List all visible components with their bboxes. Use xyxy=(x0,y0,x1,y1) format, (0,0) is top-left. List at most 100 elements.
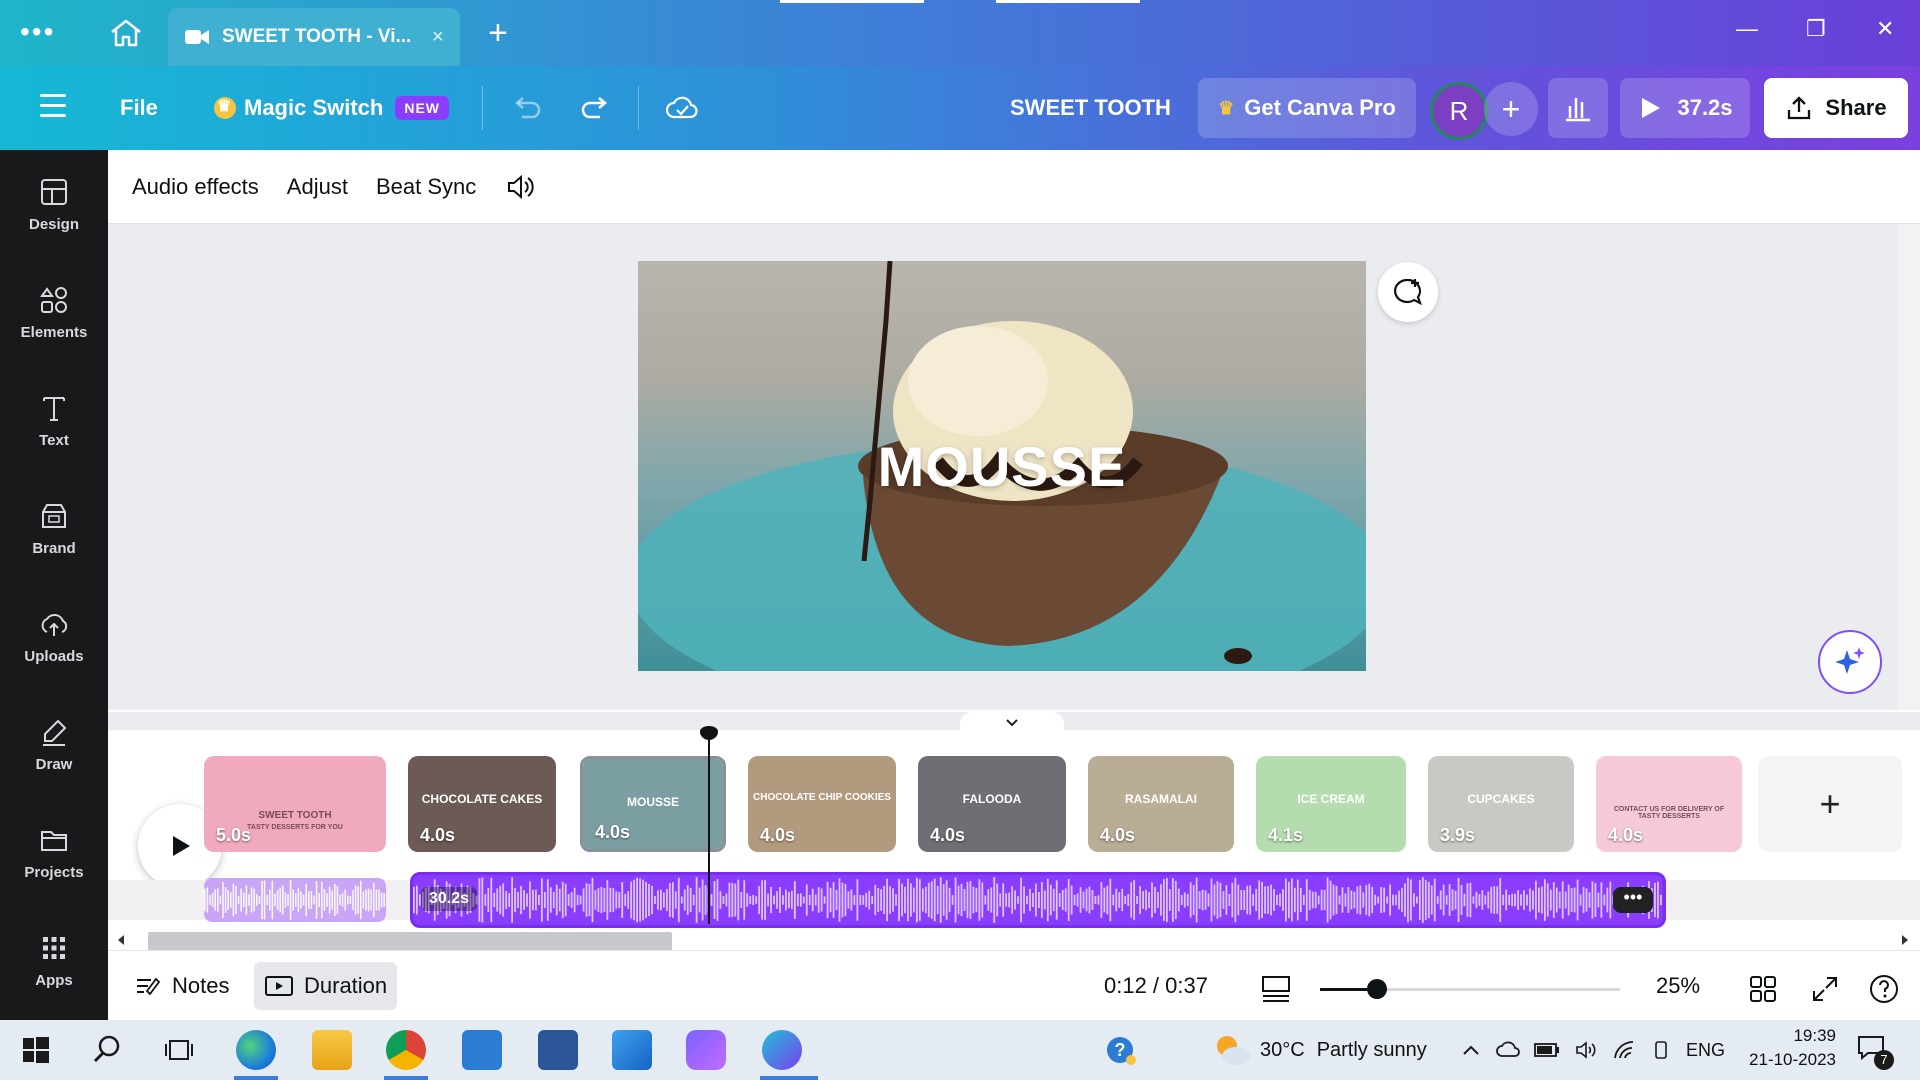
sidebar-item-elements[interactable]: Elements xyxy=(0,284,108,374)
search-icon[interactable] xyxy=(92,1034,122,1064)
audio-clip-selected[interactable]: 30.2s ••• xyxy=(410,872,1666,928)
grid-view-icon[interactable] xyxy=(1748,974,1778,1004)
browser-menu-button[interactable]: ••• xyxy=(20,18,55,46)
audio-effects-button[interactable]: Audio effects xyxy=(132,174,259,200)
design-canvas[interactable]: MOUSSE xyxy=(638,261,1366,671)
windows-start-icon[interactable] xyxy=(22,1036,50,1064)
system-clock[interactable]: 19:39 21-10-2023 xyxy=(1726,1024,1836,1072)
browser-tab-active[interactable]: SWEET TOOTH - Vi... × xyxy=(168,8,460,66)
close-tab-icon[interactable]: × xyxy=(432,26,444,49)
present-button[interactable]: 37.2s xyxy=(1620,78,1750,138)
project-title[interactable]: SWEET TOOTH xyxy=(1010,66,1171,150)
canvas-title-text[interactable]: MOUSSE xyxy=(638,261,1366,671)
waveform-bar xyxy=(835,889,838,911)
audio-more-options-button[interactable]: ••• xyxy=(1613,887,1653,913)
get-canva-pro-button[interactable]: ♛ Get Canva Pro xyxy=(1198,78,1416,138)
sidebar-item-draw[interactable]: Draw xyxy=(0,716,108,806)
audio-clip-secondary[interactable] xyxy=(204,878,386,922)
copilot-icon[interactable] xyxy=(686,1030,726,1070)
sidebar-item-brand[interactable]: Brand xyxy=(0,500,108,590)
sidebar-item-projects[interactable]: Projects xyxy=(0,824,108,914)
vertical-scrollbar[interactable] xyxy=(1898,224,1920,710)
wifi-icon[interactable] xyxy=(1612,1040,1636,1060)
sidebar-item-design[interactable]: Design xyxy=(0,176,108,266)
task-view-icon[interactable] xyxy=(164,1036,194,1064)
timeline-clip[interactable]: CHOCOLATE CAKES 4.0s xyxy=(408,756,556,852)
timeline-clip[interactable]: CUPCAKES 3.9s xyxy=(1428,756,1574,852)
timeline-clip[interactable]: ICE CREAM 4.1s xyxy=(1256,756,1406,852)
add-people-button[interactable]: + xyxy=(1484,82,1538,136)
timeline-clip[interactable]: SWEET TOOTH TASTY DESSERTS FOR YOU 5.0s xyxy=(204,756,386,852)
zoom-percent[interactable]: 25% xyxy=(1656,962,1700,1010)
waveform-bar xyxy=(1415,896,1418,904)
notification-center[interactable]: 7 xyxy=(1856,1034,1894,1070)
waveform-bar xyxy=(282,885,284,915)
add-comment-button[interactable] xyxy=(1378,262,1438,322)
minimize-icon[interactable]: — xyxy=(1736,16,1758,42)
home-icon[interactable] xyxy=(108,18,144,48)
scroll-right-icon[interactable] xyxy=(1898,933,1912,947)
timeline-clip[interactable]: CHOCOLATE CHIP COOKIES 4.0s xyxy=(748,756,896,852)
canva-app-icon[interactable] xyxy=(762,1030,802,1070)
restore-icon[interactable]: ❐ xyxy=(1806,16,1826,42)
waveform-bar xyxy=(284,892,287,908)
close-window-icon[interactable]: ✕ xyxy=(1876,16,1894,42)
phone-link-icon[interactable] xyxy=(1650,1040,1672,1060)
sidebar-item-uploads[interactable]: Uploads xyxy=(0,608,108,698)
waveform-bar xyxy=(354,885,357,915)
add-page-button[interactable]: + xyxy=(1758,756,1902,852)
main-menu-icon[interactable] xyxy=(40,94,66,124)
waveform-bar xyxy=(811,888,814,912)
adjust-button[interactable]: Adjust xyxy=(287,174,348,200)
magic-assistant-button[interactable] xyxy=(1818,630,1882,694)
page-view-icon[interactable] xyxy=(1260,974,1292,1004)
chrome-icon[interactable] xyxy=(386,1030,426,1070)
undo-icon[interactable] xyxy=(508,90,544,126)
chevron-up-icon[interactable] xyxy=(1462,1044,1480,1056)
beat-sync-button[interactable]: Beat Sync xyxy=(376,174,476,200)
avatar[interactable]: R xyxy=(1430,82,1488,140)
magic-switch-button[interactable]: Magic Switch NEW xyxy=(214,66,450,150)
scroll-left-icon[interactable] xyxy=(114,933,128,947)
waveform-bar xyxy=(248,894,250,906)
help-tips-icon[interactable]: ? xyxy=(1104,1034,1138,1068)
file-menu-button[interactable]: File xyxy=(120,66,158,150)
share-button[interactable]: Share xyxy=(1764,78,1908,138)
grid-icon xyxy=(43,937,65,959)
volume-icon[interactable] xyxy=(504,171,536,203)
cloud-saved-icon[interactable] xyxy=(664,90,700,126)
speaker-icon[interactable] xyxy=(1574,1040,1598,1060)
waveform-bar xyxy=(271,880,274,920)
new-tab-button[interactable]: + xyxy=(488,14,508,53)
waveform-bar xyxy=(1606,887,1609,913)
sidebar-item-apps[interactable]: Apps xyxy=(0,932,108,1022)
timeline-clip[interactable]: FALOODA 4.0s xyxy=(918,756,1066,852)
insights-button[interactable] xyxy=(1548,78,1608,138)
zoom-slider-handle[interactable] xyxy=(1367,979,1387,999)
timeline-scroll-thumb[interactable] xyxy=(148,932,672,952)
duration-button[interactable]: Duration xyxy=(254,962,398,1010)
battery-icon[interactable] xyxy=(1534,1042,1560,1058)
waveform-bar xyxy=(1407,877,1409,923)
timeline-clip-selected[interactable]: MOUSSE 4.0s xyxy=(580,756,726,852)
onedrive-icon[interactable] xyxy=(1496,1040,1520,1060)
sidebar-item-text[interactable]: Text xyxy=(0,392,108,482)
notification-count-badge: 7 xyxy=(1874,1050,1894,1070)
notes-button[interactable]: Notes xyxy=(124,962,239,1010)
help-icon[interactable] xyxy=(1868,973,1900,1005)
file-explorer-icon[interactable] xyxy=(312,1030,352,1070)
waveform-bar xyxy=(1356,886,1359,914)
timeline-clip[interactable]: RASAMALAI 4.0s xyxy=(1088,756,1234,852)
weather-widget[interactable]: 30°C Partly sunny xyxy=(1212,1028,1427,1072)
fullscreen-icon[interactable] xyxy=(1810,974,1840,1004)
redo-icon[interactable] xyxy=(578,90,614,126)
mail-icon[interactable] xyxy=(462,1030,502,1070)
timeline-clip[interactable]: CONTACT US FOR DELIVERY OF TASTY DESSERT… xyxy=(1596,756,1742,852)
collapse-timeline-button[interactable] xyxy=(960,712,1064,734)
edge-browser-icon[interactable] xyxy=(236,1030,276,1070)
playhead[interactable] xyxy=(708,738,710,924)
word-icon[interactable] xyxy=(538,1030,578,1070)
language-indicator[interactable]: ENG xyxy=(1686,1040,1725,1061)
audio-duration: 30.2s xyxy=(421,887,478,911)
vscode-icon[interactable] xyxy=(612,1030,652,1070)
